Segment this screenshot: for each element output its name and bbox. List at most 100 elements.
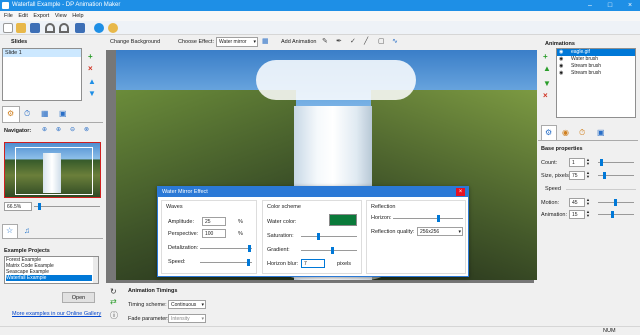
tool-tab-transport[interactable]: ▦ bbox=[38, 107, 54, 122]
new-icon[interactable] bbox=[3, 23, 13, 33]
line-tool-icon[interactable]: ╱ bbox=[364, 38, 368, 46]
effect-settings-icon[interactable]: ▦ bbox=[262, 38, 269, 46]
delete-slide-icon[interactable]: × bbox=[88, 65, 93, 73]
prop-tab-color[interactable]: ◉ bbox=[559, 126, 574, 140]
menu-help[interactable]: Help bbox=[72, 11, 83, 21]
zoom-slider-thumb[interactable] bbox=[38, 203, 41, 210]
save-icon[interactable] bbox=[30, 23, 40, 33]
fade-parameter-select[interactable]: Intensity ▾ bbox=[168, 314, 206, 323]
saturation-thumb[interactable] bbox=[317, 233, 320, 240]
menu-edit[interactable]: Edit bbox=[18, 11, 27, 21]
move-down-icon[interactable]: ▼ bbox=[88, 90, 96, 98]
size-spinner[interactable]: ▲ ▼ bbox=[586, 171, 592, 180]
prop-tab-timing[interactable]: ⏱ bbox=[576, 126, 591, 140]
tool-tab-resize[interactable]: ▣ bbox=[56, 107, 72, 122]
slide-item[interactable]: Slide 1 bbox=[3, 49, 81, 57]
move-animation-down-icon[interactable]: ▼ bbox=[543, 80, 551, 88]
add-animation-icon[interactable]: + bbox=[543, 53, 548, 61]
project-tab-star[interactable]: ☆ bbox=[2, 224, 18, 238]
stream-brush-icon[interactable]: ✓ bbox=[350, 38, 356, 46]
open-icon[interactable] bbox=[16, 23, 26, 33]
project-item[interactable]: Waterfall Example bbox=[6, 275, 92, 281]
change-background-button[interactable]: Change Background bbox=[110, 39, 160, 45]
close-button[interactable]: × bbox=[620, 0, 640, 11]
motion-spinner[interactable]: ▲ ▼ bbox=[586, 198, 592, 207]
export-icon[interactable] bbox=[75, 23, 85, 33]
undo-icon[interactable] bbox=[45, 23, 55, 33]
animation-item[interactable]: ◉ Stream brush bbox=[557, 70, 635, 77]
size-input[interactable]: 75 bbox=[569, 171, 585, 180]
add-slide-icon[interactable]: + bbox=[88, 53, 93, 61]
zoom-in-icon[interactable]: ⊕ bbox=[56, 126, 61, 134]
count-spinner[interactable]: ▲ ▼ bbox=[586, 158, 592, 167]
animation-item[interactable]: ◉ eagle.gif bbox=[557, 49, 635, 56]
menu-view[interactable]: View bbox=[55, 11, 67, 21]
motion-thumb[interactable] bbox=[614, 199, 617, 206]
timing-scheme-select[interactable]: Continuous ▾ bbox=[168, 300, 206, 309]
animation-speed-spinner[interactable]: ▲ ▼ bbox=[586, 210, 592, 219]
count-input[interactable]: 1 bbox=[569, 158, 585, 167]
animations-list: ◉ eagle.gif ◉ Water brush ◉ Stream brush ◉ S… bbox=[556, 48, 636, 118]
size-thumb[interactable] bbox=[603, 172, 606, 179]
speed-thumb[interactable] bbox=[247, 259, 250, 266]
project-tab-music[interactable]: ♫ bbox=[20, 225, 36, 238]
online-gallery-link[interactable]: More examples in our Online Gallery bbox=[12, 311, 101, 317]
duplicate-animation-icon[interactable]: ▲ bbox=[543, 65, 551, 73]
detalization-thumb[interactable] bbox=[248, 245, 251, 252]
speed-slider[interactable] bbox=[200, 259, 252, 266]
zoom-slider[interactable] bbox=[34, 203, 100, 210]
brush-icon[interactable]: ✒ bbox=[336, 38, 342, 46]
detalization-slider[interactable] bbox=[200, 245, 252, 252]
redo-icon[interactable] bbox=[59, 23, 69, 33]
saturation-slider[interactable] bbox=[301, 233, 357, 240]
size-slider[interactable] bbox=[598, 172, 634, 179]
zoom-out-icon[interactable]: ⊖ bbox=[70, 126, 75, 134]
animation-item[interactable]: ◉ Water brush bbox=[557, 56, 635, 63]
animation-speed-thumb[interactable] bbox=[611, 211, 614, 218]
tool-tab-effects[interactable]: ⚙ bbox=[2, 106, 20, 122]
horizon-blur-input[interactable]: 7 bbox=[301, 259, 325, 268]
prop-tab-settings[interactable]: ⚙ bbox=[541, 125, 557, 140]
motion-slider[interactable] bbox=[598, 199, 634, 206]
amplitude-input[interactable]: 25 bbox=[202, 217, 226, 226]
zoom-actual-icon[interactable]: ⊗ bbox=[84, 126, 89, 134]
zoom-value-field[interactable]: 66.5% bbox=[4, 202, 32, 211]
maximize-button[interactable]: □ bbox=[600, 0, 620, 11]
open-project-button[interactable]: Open bbox=[62, 292, 95, 303]
gradient-slider[interactable] bbox=[301, 247, 357, 254]
navigator-preview[interactable] bbox=[4, 142, 101, 198]
animation-speed-input[interactable]: 15 bbox=[569, 210, 585, 219]
animation-speed-slider[interactable] bbox=[598, 211, 634, 218]
reflection-quality-select[interactable]: 256x256 ▾ bbox=[417, 227, 463, 236]
horizon-thumb[interactable] bbox=[437, 215, 440, 222]
horizon-slider[interactable] bbox=[393, 215, 463, 222]
zoom-fit-icon[interactable]: ⊕ bbox=[42, 126, 47, 134]
perspective-input[interactable]: 100 bbox=[202, 229, 226, 238]
dialog-close-button[interactable]: × bbox=[456, 188, 465, 196]
projects-scrollbar[interactable] bbox=[93, 257, 98, 283]
prop-tab-resize[interactable]: ▣ bbox=[594, 126, 609, 140]
menu-file[interactable]: File bbox=[4, 11, 13, 21]
visibility-icon[interactable]: ◉ bbox=[559, 49, 563, 56]
menu-export[interactable]: Export bbox=[33, 11, 49, 21]
move-up-icon[interactable]: ▲ bbox=[88, 78, 96, 86]
count-thumb[interactable] bbox=[600, 159, 603, 166]
minimize-button[interactable]: – bbox=[580, 0, 600, 11]
eraser-icon[interactable]: ▢ bbox=[378, 38, 385, 46]
motion-input[interactable]: 45 bbox=[569, 198, 585, 207]
visibility-icon[interactable]: ◉ bbox=[559, 56, 563, 63]
animation-tool-icon[interactable]: ✎ bbox=[322, 38, 328, 46]
effect-select[interactable]: Water mirror ▾ bbox=[216, 37, 258, 47]
help-icon[interactable] bbox=[94, 23, 104, 33]
wave-tool-icon[interactable]: ∿ bbox=[392, 38, 398, 46]
add-animation-button[interactable]: Add Animation bbox=[281, 39, 316, 45]
count-slider[interactable] bbox=[598, 159, 634, 166]
water-color-swatch[interactable] bbox=[329, 214, 357, 226]
key-icon[interactable] bbox=[108, 23, 118, 33]
delete-animation-icon[interactable]: × bbox=[543, 92, 548, 100]
animation-item[interactable]: ◉ Stream brush bbox=[557, 63, 635, 70]
gradient-thumb[interactable] bbox=[331, 247, 334, 254]
tool-tab-animation[interactable]: ⏱ bbox=[21, 107, 37, 122]
visibility-icon[interactable]: ◉ bbox=[559, 70, 563, 77]
visibility-icon[interactable]: ◉ bbox=[559, 63, 563, 70]
